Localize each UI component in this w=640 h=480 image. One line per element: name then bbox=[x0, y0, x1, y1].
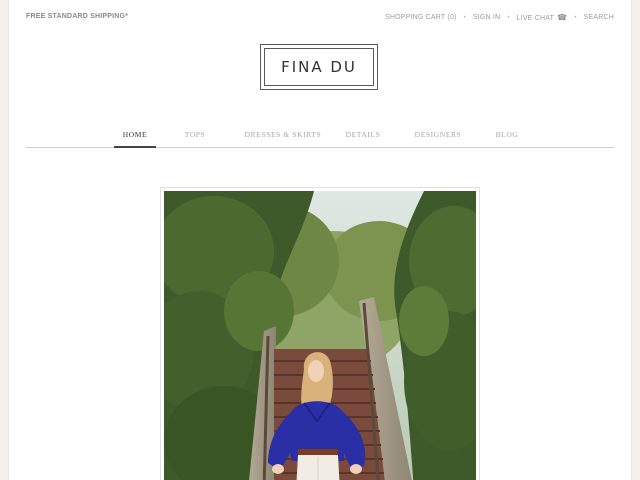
page-frame-left bbox=[0, 0, 9, 480]
nav-item-details[interactable]: DETAILS bbox=[342, 127, 384, 146]
hero-photo-illustration bbox=[164, 191, 476, 480]
page: FREE STANDARD SHIPPING* SHOPPING CART (0… bbox=[0, 0, 640, 480]
nav-item-designers[interactable]: DESIGNERS bbox=[412, 127, 464, 146]
phone-icon: ☎ bbox=[557, 13, 568, 22]
hero-photo[interactable] bbox=[164, 191, 476, 480]
hero-image-frame bbox=[160, 187, 480, 480]
site-logo[interactable]: FINA DU bbox=[260, 44, 378, 90]
separator-dot: • bbox=[574, 14, 577, 21]
search-link[interactable]: SEARCH bbox=[584, 14, 614, 21]
sign-in-link[interactable]: SIGN IN bbox=[473, 14, 500, 21]
nav-item-home[interactable]: HOME bbox=[114, 127, 156, 148]
logo-inner-border: FINA DU bbox=[264, 48, 374, 86]
separator-dot: • bbox=[507, 14, 510, 21]
nav-item-tops[interactable]: TOPS bbox=[178, 127, 212, 146]
logo-text: FINA DU bbox=[281, 58, 357, 76]
shopping-cart-link[interactable]: SHOPPING CART (0) bbox=[385, 14, 457, 21]
utility-links: SHOPPING CART (0) • SIGN IN • LIVE CHAT ☎… bbox=[385, 13, 614, 22]
free-shipping-link[interactable]: FREE STANDARD SHIPPING* bbox=[26, 13, 128, 20]
utility-bar: FREE STANDARD SHIPPING* SHOPPING CART (0… bbox=[26, 13, 614, 25]
page-frame-right bbox=[631, 0, 640, 480]
live-chat-label: LIVE CHAT bbox=[516, 15, 555, 22]
live-chat-link[interactable]: LIVE CHAT ☎ bbox=[517, 13, 568, 22]
nav-item-dresses-skirts[interactable]: DRESSES & SKIRTS bbox=[238, 127, 328, 146]
separator-dot: • bbox=[463, 14, 466, 21]
main-nav: HOME TOPS DRESSES & SKIRTS DETAILS DESIG… bbox=[26, 127, 614, 148]
nav-item-blog[interactable]: BLOG bbox=[492, 127, 522, 146]
